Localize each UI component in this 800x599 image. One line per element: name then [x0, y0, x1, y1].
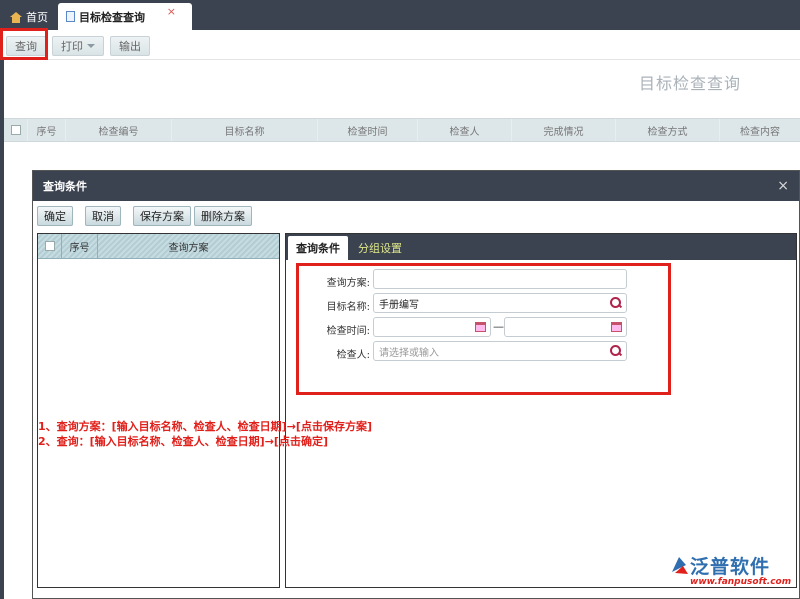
print-button[interactable]: 打印 — [52, 36, 104, 56]
dialog-header: 查询条件 × — [33, 171, 799, 201]
tab-home[interactable]: 首页 — [4, 6, 54, 28]
home-icon — [10, 11, 22, 23]
tab-home-label: 首页 — [26, 11, 48, 24]
instruction-line-1: 1、查询方案：[输入目标名称、检查人、检查日期]→[点击保存方案] — [38, 420, 372, 433]
brand-name: 泛普软件 — [690, 556, 771, 578]
grid-col-check-no[interactable]: 检查编号 — [66, 119, 172, 141]
instruction-line-2: 2、查询：[输入目标名称、检查人、检查日期]→[点击确定] — [38, 435, 328, 448]
save-scheme-button[interactable]: 保存方案 — [133, 206, 191, 226]
chevron-down-icon — [87, 44, 95, 48]
grid-col-index[interactable]: 序号 — [28, 119, 66, 141]
grid-col-check-method[interactable]: 检查方式 — [616, 119, 720, 141]
page-title: 目标检查查询 — [638, 74, 741, 93]
scheme-select-all[interactable] — [38, 234, 62, 258]
toolbar: 查询 打印 输出 — [0, 30, 800, 60]
grid-select-all[interactable] — [4, 119, 28, 141]
dialog-title: 查询条件 — [43, 180, 87, 193]
print-button-label: 打印 — [61, 40, 83, 53]
scheme-list-header: 序号 查询方案 — [38, 234, 279, 259]
scheme-col-index[interactable]: 序号 — [62, 234, 98, 258]
close-icon[interactable]: × — [777, 178, 789, 194]
scheme-col-name[interactable]: 查询方案 — [98, 234, 279, 258]
tab-target-check-query[interactable]: 目标检查查询 × — [58, 3, 192, 30]
export-button[interactable]: 输出 — [110, 36, 150, 56]
brand-logo: 泛普软件 www.fanpusoft.com — [668, 550, 796, 595]
brand-mark-icon — [672, 557, 688, 574]
brand-url: www.fanpusoft.com — [690, 577, 792, 587]
checkbox-icon[interactable] — [44, 241, 55, 251]
query-button-highlight — [0, 28, 48, 60]
grid-col-inspector[interactable]: 检查人 — [418, 119, 512, 141]
grid-col-target-name[interactable]: 目标名称 — [172, 119, 318, 141]
checkbox-icon[interactable] — [10, 125, 21, 135]
tab-active-label: 目标检查查询 — [79, 10, 145, 24]
grid-col-completion[interactable]: 完成情况 — [512, 119, 616, 141]
dialog-toolbar: 确定 取消 保存方案 删除方案 — [33, 201, 799, 231]
tab-group-settings[interactable]: 分组设置 — [350, 236, 410, 260]
tab-close-icon[interactable]: × — [167, 5, 176, 18]
grid-col-check-content[interactable]: 检查内容 — [720, 119, 800, 141]
export-button-label: 输出 — [119, 40, 141, 53]
document-icon — [66, 11, 75, 22]
confirm-button[interactable]: 确定 — [37, 206, 73, 226]
tab-bar: 首页 目标检查查询 × — [0, 0, 800, 30]
conditions-tabs: 查询条件 分组设置 — [286, 234, 796, 260]
tab-query-conditions[interactable]: 查询条件 — [288, 236, 348, 260]
grid-col-check-time[interactable]: 检查时间 — [318, 119, 418, 141]
form-highlight-box — [296, 263, 671, 395]
cancel-button[interactable]: 取消 — [85, 206, 121, 226]
delete-scheme-button[interactable]: 删除方案 — [194, 206, 252, 226]
scheme-list-panel: 序号 查询方案 — [37, 233, 280, 588]
results-grid-header: 序号 检查编号 目标名称 检查时间 检查人 完成情况 检查方式 检查内容 — [4, 118, 800, 142]
